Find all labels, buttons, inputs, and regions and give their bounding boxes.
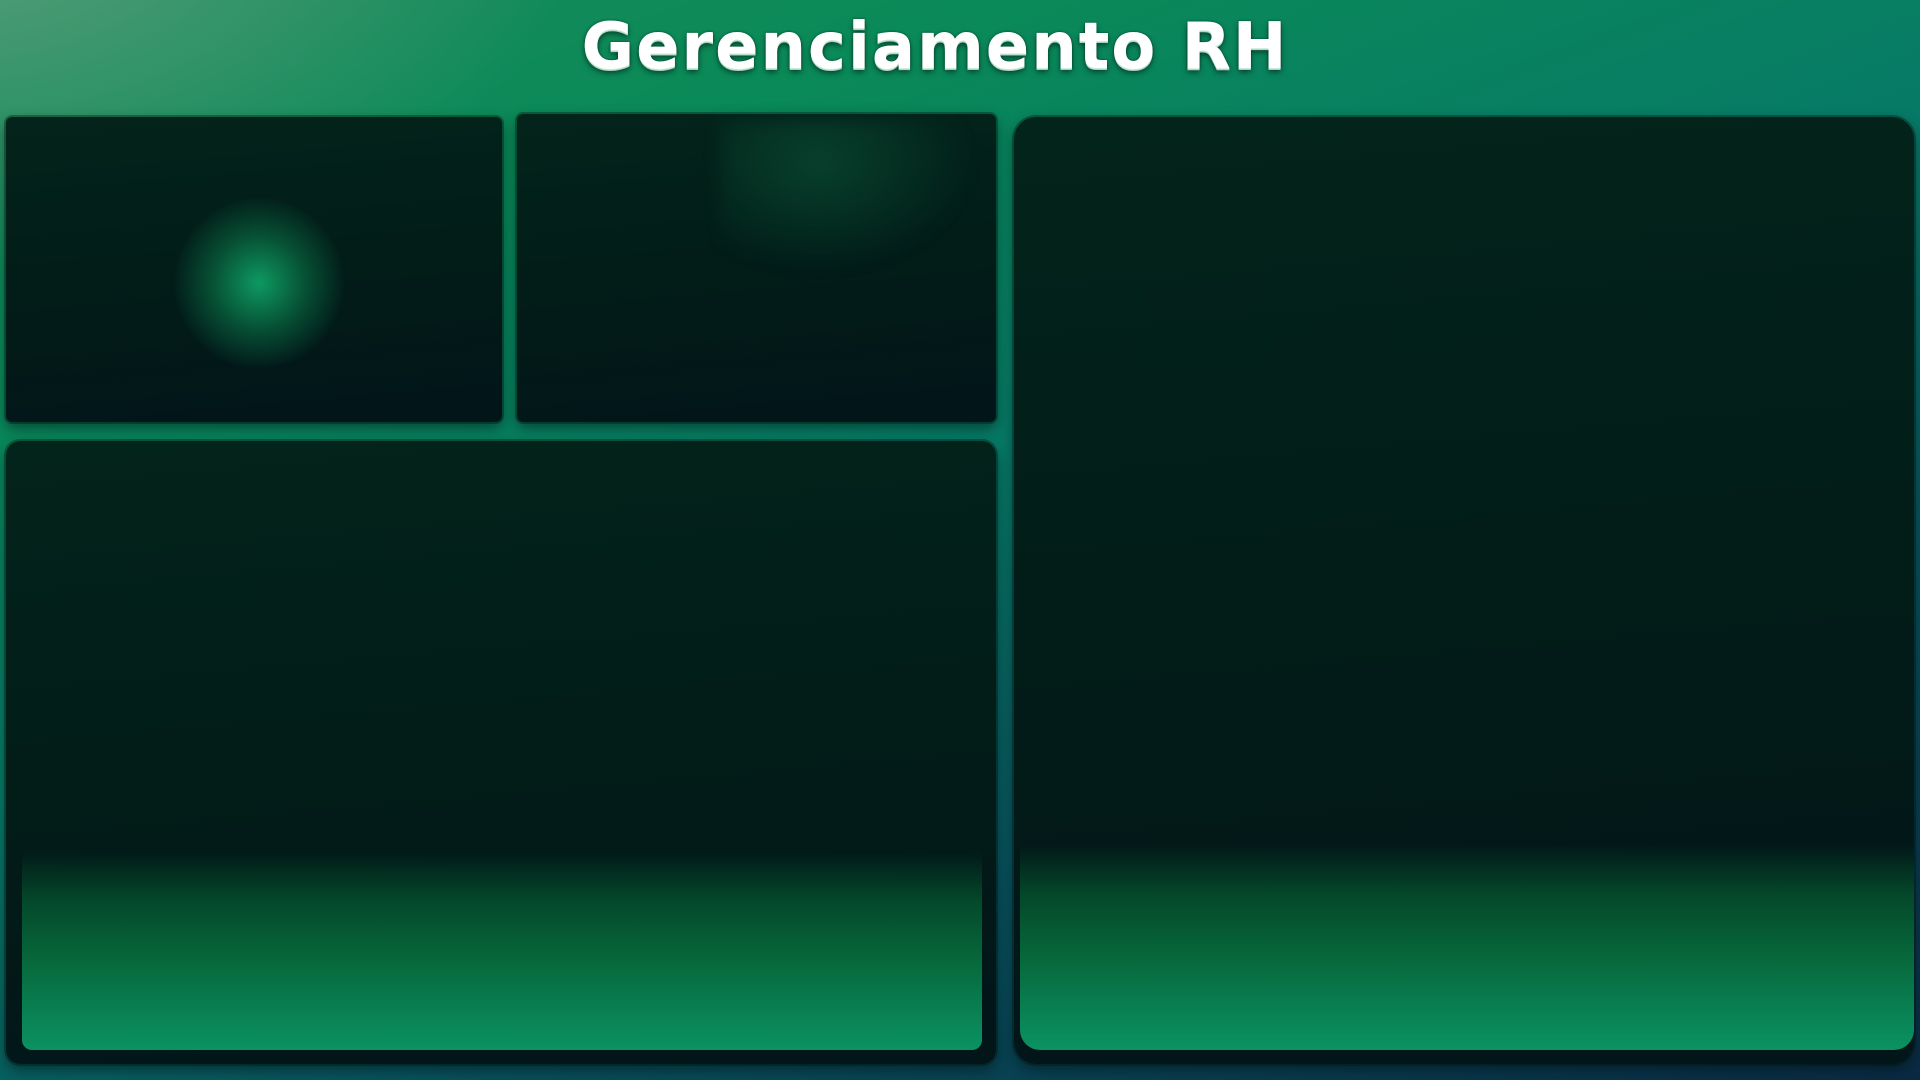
- panel-bottom-glow-right: [1020, 845, 1914, 1050]
- panel-bottom-glow-left: [22, 852, 982, 1050]
- dashboard-panel-top-left: [6, 117, 502, 422]
- loading-glow-indicator: [174, 198, 344, 368]
- blurred-content-area: [720, 120, 1000, 290]
- page-title: Gerenciamento RH: [581, 10, 1289, 84]
